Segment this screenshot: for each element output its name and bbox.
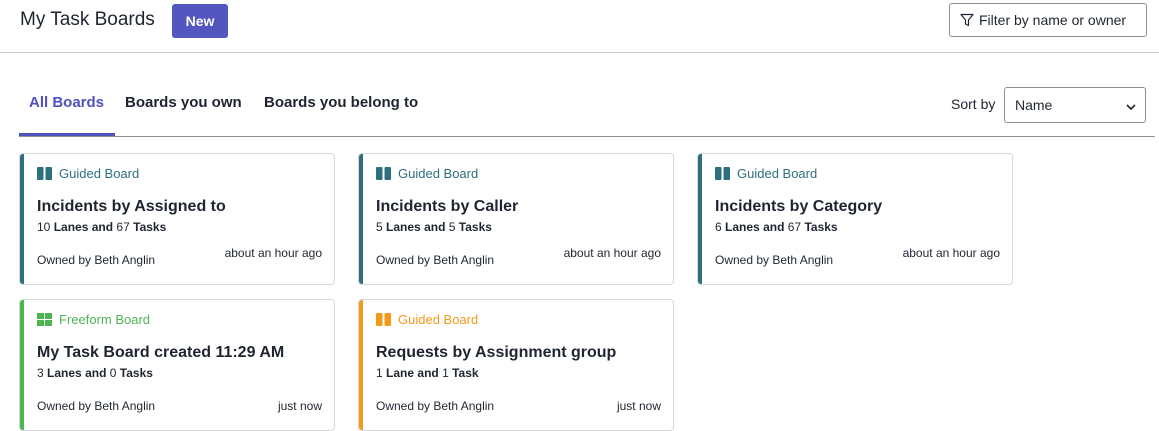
lanes-count: 3 [37, 366, 44, 380]
lanes-word: Lanes [53, 220, 89, 234]
active-tab-indicator [19, 133, 115, 136]
tasks-word: Tasks [119, 366, 153, 380]
card-accent-bar [698, 154, 702, 284]
columns-icon [715, 167, 737, 180]
card-owner: Owned by Beth Anglin [715, 253, 834, 267]
and-word: and [417, 366, 439, 380]
tab-boards-you-own[interactable]: Boards you own [125, 94, 242, 111]
card-owner: Owned by Beth Anglin [37, 399, 156, 413]
and-word: and [424, 220, 446, 234]
card-updated-time: about an hour ago [224, 246, 322, 260]
card-counts: 10 Lanes and 67 Tasks [37, 220, 166, 234]
card-type: Guided Board [37, 166, 139, 181]
board-card[interactable]: Guided Board Incidents by Category 6 Lanes… [697, 153, 1013, 285]
lanes-count: 1 [376, 366, 383, 380]
tasks-count: 5 [448, 220, 456, 234]
card-owner: Owned by Beth Anglin [376, 399, 495, 413]
and-word: and [763, 220, 785, 234]
card-updated-time: about an hour ago [902, 246, 1000, 260]
tasks-word: Task [452, 366, 479, 380]
new-board-button[interactable]: New [172, 4, 228, 38]
tasks-count: 67 [787, 220, 802, 234]
card-type-label: Freeform Board [59, 312, 151, 327]
card-type-label: Guided Board [59, 166, 140, 181]
card-title[interactable]: Incidents by Category [715, 198, 882, 216]
tasks-word: Tasks [804, 220, 838, 234]
tab-boards-you-belong-to[interactable]: Boards you belong to [264, 94, 418, 111]
lanes-word: Lanes [725, 220, 760, 234]
card-type: Freeform Board [37, 312, 150, 327]
and-word: and [91, 220, 114, 234]
columns-icon [376, 167, 398, 180]
card-accent-bar [20, 300, 24, 430]
card-updated-time: just now [616, 399, 661, 413]
card-updated-time: just now [277, 399, 322, 413]
tasks-word: Tasks [458, 220, 492, 234]
columns-icon [37, 167, 59, 180]
card-title[interactable]: My Task Board created 11:29 AM [37, 344, 284, 362]
lanes-count: 10 [37, 220, 51, 234]
board-card[interactable]: Guided Board Incidents by Caller 5 Lanes a… [358, 153, 674, 285]
card-type-label: Guided Board [398, 312, 479, 327]
board-card[interactable]: Guided Board Incidents by Assigned to 10 L… [19, 153, 335, 285]
card-counts: 1 Lane and 1 Task [376, 366, 479, 380]
grid-icon [37, 313, 59, 326]
tasks-word: Tasks [133, 220, 167, 234]
card-title[interactable]: Incidents by Assigned to [37, 198, 226, 216]
tasks-count: 1 [442, 366, 449, 380]
card-updated-time: about an hour ago [563, 246, 661, 260]
card-counts: 6 Lanes and 67 Tasks [715, 220, 838, 234]
filter-label: Filter by name or owner [979, 12, 1127, 28]
card-accent-bar [359, 300, 363, 430]
card-owner: Owned by Beth Anglin [376, 253, 495, 267]
columns-icon [376, 313, 398, 326]
sort-select[interactable]: Name [1004, 87, 1146, 123]
card-type: Guided Board [376, 166, 478, 181]
page-header: My Task Boards New Filter by name or own… [0, 0, 1159, 53]
card-title[interactable]: Incidents by Caller [376, 198, 518, 216]
tasks-count: 0 [109, 366, 117, 380]
and-word: and [85, 366, 107, 380]
card-counts: 3 Lanes and 0 Tasks [37, 366, 153, 380]
card-type-label: Guided Board [737, 166, 818, 181]
card-type: Guided Board [715, 166, 817, 181]
chevron-down-icon [1125, 100, 1137, 116]
card-type: Guided Board [376, 312, 478, 327]
board-card[interactable]: Guided Board Requests by Assignment group… [358, 299, 674, 431]
card-type-label: Guided Board [398, 166, 479, 181]
lanes-count: 6 [715, 220, 722, 234]
lanes-word: Lanes [47, 366, 82, 380]
sort-label: Sort by [951, 96, 996, 112]
card-counts: 5 Lanes and 5 Tasks [376, 220, 492, 234]
tasks-count: 67 [116, 220, 130, 234]
lanes-count: 5 [376, 220, 383, 234]
lanes-word: Lane [386, 366, 415, 380]
card-title[interactable]: Requests by Assignment group [376, 344, 616, 362]
filter-button[interactable]: Filter by name or owner [949, 3, 1147, 37]
tab-all-boards[interactable]: All Boards [29, 94, 104, 111]
card-accent-bar [359, 154, 363, 284]
card-accent-bar [20, 154, 24, 284]
sort-value: Name [1015, 97, 1053, 113]
lanes-word: Lanes [386, 220, 421, 234]
page-title: My Task Boards [20, 9, 155, 30]
filter-icon [960, 13, 974, 27]
board-card[interactable]: Freeform Board My Task Board created 11:2… [19, 299, 335, 431]
card-owner: Owned by Beth Anglin [37, 253, 156, 267]
